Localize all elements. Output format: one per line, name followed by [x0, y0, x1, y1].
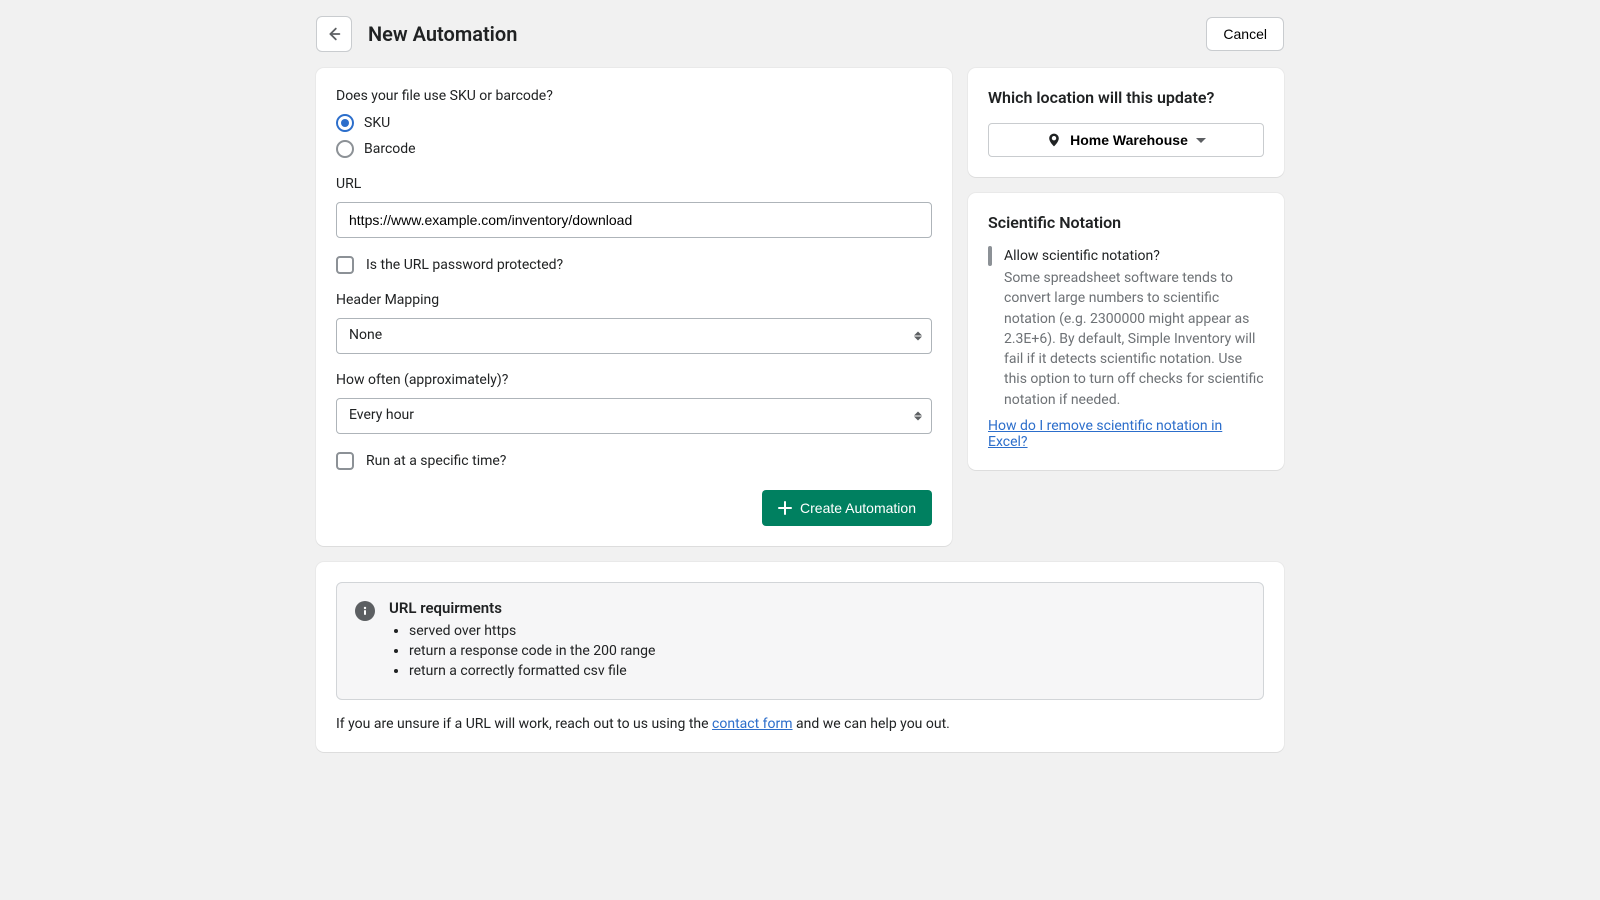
contact-form-link[interactable]: contact form — [712, 716, 793, 732]
url-label: URL — [336, 176, 932, 192]
cancel-button[interactable]: Cancel — [1206, 17, 1284, 51]
url-input[interactable] — [336, 202, 932, 238]
checkbox-icon — [988, 246, 992, 266]
checkbox-icon — [336, 452, 354, 470]
requirements-list: served over https return a response code… — [389, 623, 1245, 679]
create-automation-button[interactable]: Create Automation — [762, 490, 932, 526]
caret-down-icon — [1196, 138, 1206, 143]
scientific-description: Some spreadsheet software tends to conve… — [1004, 268, 1264, 410]
location-title: Which location will this update? — [988, 88, 1264, 107]
requirement-item: return a response code in the 200 range — [409, 643, 1245, 659]
requirements-banner: URL requirments served over https return… — [336, 582, 1264, 700]
identifier-question-label: Does your file use SKU or barcode? — [336, 88, 932, 104]
radio-barcode-label: Barcode — [364, 141, 416, 157]
scientific-title: Scientific Notation — [988, 213, 1264, 232]
location-pin-icon — [1046, 132, 1062, 148]
automation-form-card: Does your file use SKU or barcode? SKU B… — [316, 68, 952, 546]
password-protected-checkbox[interactable]: Is the URL password protected? — [336, 256, 932, 274]
info-icon — [355, 601, 375, 621]
frequency-label: How often (approximately)? — [336, 372, 932, 388]
header-mapping-select[interactable]: None — [336, 318, 932, 354]
specific-time-checkbox[interactable]: Run at a specific time? — [336, 452, 932, 470]
create-automation-label: Create Automation — [800, 500, 916, 516]
scientific-help-link[interactable]: How do I remove scientific notation in E… — [988, 418, 1264, 450]
radio-sku[interactable]: SKU — [336, 114, 932, 132]
page-header: New Automation Cancel — [316, 16, 1284, 52]
specific-time-label: Run at a specific time? — [366, 453, 506, 469]
plus-icon — [778, 501, 792, 515]
requirement-item: served over https — [409, 623, 1245, 639]
allow-scientific-label: Allow scientific notation? — [1004, 248, 1264, 264]
requirements-footnote: If you are unsure if a URL will work, re… — [336, 716, 1264, 732]
scientific-notation-card: Scientific Notation Allow scientific not… — [968, 193, 1284, 470]
radio-sku-label: SKU — [364, 115, 390, 131]
requirements-title: URL requirments — [389, 599, 1245, 617]
checkbox-icon — [336, 256, 354, 274]
location-selected-label: Home Warehouse — [1070, 132, 1188, 148]
allow-scientific-checkbox[interactable] — [988, 248, 992, 264]
requirements-card: URL requirments served over https return… — [316, 562, 1284, 752]
frequency-select[interactable]: Every hour — [336, 398, 932, 434]
location-card: Which location will this update? Home Wa… — [968, 68, 1284, 177]
radio-icon — [336, 114, 354, 132]
header-mapping-label: Header Mapping — [336, 292, 932, 308]
back-button[interactable] — [316, 16, 352, 52]
location-select[interactable]: Home Warehouse — [988, 123, 1264, 157]
radio-barcode[interactable]: Barcode — [336, 140, 932, 158]
page-title: New Automation — [368, 22, 517, 46]
arrow-left-icon — [325, 25, 343, 43]
password-protected-label: Is the URL password protected? — [366, 257, 563, 273]
radio-icon — [336, 140, 354, 158]
requirement-item: return a correctly formatted csv file — [409, 663, 1245, 679]
